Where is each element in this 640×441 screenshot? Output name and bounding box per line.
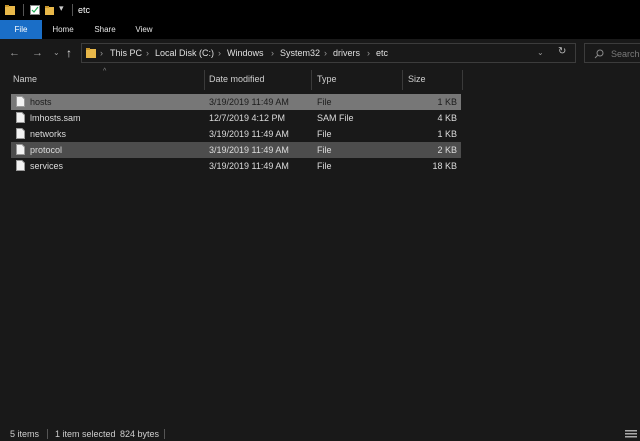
chevron-right-icon: › [146,48,149,58]
breadcrumb-this-pc[interactable]: This PC [110,48,142,58]
divider [23,4,24,16]
file-type: File [317,129,332,139]
file-row-services[interactable]: services 3/19/2019 11:49 AM File 18 KB [11,158,461,174]
sort-ascending-icon: ^ [103,68,107,75]
customize-toolbar-icon[interactable]: ▾ [59,3,64,14]
new-folder-icon[interactable] [45,5,55,15]
ribbon-tabs: File Home Share View [0,20,640,39]
search-box[interactable]: Search [584,43,640,63]
window-title: etc [78,5,91,15]
selection-size: 824 bytes [120,429,160,439]
tab-view[interactable]: View [130,20,158,39]
chevron-down-icon[interactable]: ⌄ [537,48,544,57]
column-divider[interactable] [462,70,463,90]
file-size: 1 KB [437,129,457,139]
breadcrumb-drivers[interactable]: drivers [333,48,360,58]
status-bar: 5 items 1 item selected 824 bytes [0,426,640,441]
search-icon [594,49,604,59]
file-size: 1 KB [437,97,457,107]
file-name: services [30,161,64,171]
chevron-right-icon: › [367,48,370,58]
file-row-hosts[interactable]: hosts 3/19/2019 11:49 AM File 1 KB [11,94,461,110]
properties-icon[interactable] [30,5,40,15]
divider [72,4,73,16]
file-date: 3/19/2019 11:49 AM [209,129,289,139]
file-type: File [317,145,332,155]
item-count: 5 items [10,429,40,439]
column-header-size[interactable]: Size [408,68,426,90]
chevron-down-icon[interactable]: ⌄ [53,48,60,57]
chevron-right-icon: › [218,48,221,58]
file-name: lmhosts.sam [30,113,81,123]
tab-home[interactable]: Home [48,20,78,39]
chevron-right-icon: › [324,48,327,58]
tab-share[interactable]: Share [88,20,122,39]
column-divider[interactable] [204,70,205,90]
breadcrumb-local-disk[interactable]: Local Disk (C:) [155,48,214,58]
breadcrumb-windows[interactable]: Windows [227,48,264,58]
up-arrow-icon[interactable]: ↑ [66,46,72,60]
file-name: protocol [30,145,63,155]
file-name: hosts [30,97,52,107]
chevron-right-icon: › [100,48,103,58]
refresh-icon[interactable]: ↻ [558,46,566,57]
folder-icon [86,48,96,58]
file-type: File [317,161,332,171]
file-date: 12/7/2019 4:12 PM [209,113,286,123]
details-view-icon[interactable] [625,430,637,438]
chevron-right-icon: › [271,48,274,58]
file-icon [16,96,25,107]
forward-arrow-icon[interactable]: → [32,47,43,59]
file-size: 4 KB [437,113,457,123]
file-date: 3/19/2019 11:49 AM [209,145,289,155]
file-size: 18 KB [432,161,457,171]
breadcrumb-system32[interactable]: System32 [280,48,320,58]
search-input[interactable]: Search [611,49,640,59]
column-divider[interactable] [311,70,312,90]
file-icon [16,112,25,123]
back-arrow-icon[interactable]: ← [9,47,20,59]
column-header-name[interactable]: Name [13,68,37,90]
file-date: 3/19/2019 11:49 AM [209,161,289,171]
file-row-networks[interactable]: networks 3/19/2019 11:49 AM File 1 KB [11,126,461,142]
file-icon [16,160,25,171]
address-bar[interactable]: › This PC › Local Disk (C:) › Windows › … [81,43,576,63]
file-icon [16,128,25,139]
tab-file[interactable]: File [0,20,42,39]
column-header-date-modified[interactable]: Date modified [209,68,265,90]
file-icon [16,144,25,155]
folder-icon[interactable] [5,5,15,15]
file-row-protocol[interactable]: protocol 3/19/2019 11:49 AM File 2 KB [11,142,461,158]
selection-count: 1 item selected [55,429,116,439]
column-divider[interactable] [402,70,403,90]
file-name: networks [30,129,67,139]
file-type: File [317,97,332,107]
column-header-type[interactable]: Type [317,68,337,90]
breadcrumb-etc[interactable]: etc [376,48,388,58]
file-type: SAM File [317,113,354,123]
file-row-lmhosts-sam[interactable]: lmhosts.sam 12/7/2019 4:12 PM SAM File 4… [11,110,461,126]
title-bar: ▾ etc [0,0,640,20]
divider [164,429,165,439]
divider [47,429,48,439]
file-date: 3/19/2019 11:49 AM [209,97,289,107]
file-size: 2 KB [437,145,457,155]
